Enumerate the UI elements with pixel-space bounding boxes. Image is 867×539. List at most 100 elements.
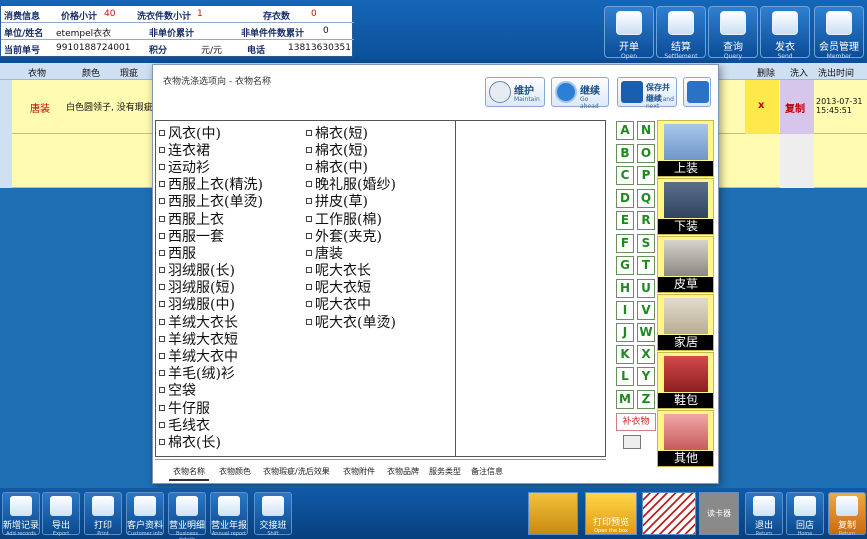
shift-handover-button[interactable]: 交接班 Shift xyxy=(254,492,292,537)
checkbox[interactable] xyxy=(159,249,165,256)
list-item[interactable]: 晚礼服(婚纱) xyxy=(306,176,396,193)
checkbox[interactable] xyxy=(159,146,165,153)
print-preview-button[interactable]: 打印预览 Open the box xyxy=(585,492,637,535)
checkbox[interactable] xyxy=(306,215,312,222)
annual-report-button[interactable]: 营业年报 Annual report xyxy=(210,492,248,537)
checkbox[interactable] xyxy=(306,146,312,153)
list-item[interactable]: 棉衣(长) xyxy=(159,433,263,451)
clothes-list[interactable]: 风衣(中) 连衣裙 运动衫 西服上衣(精洗) 西服上衣(单烫) 西服上衣 西服一… xyxy=(155,120,606,457)
customer-info-button[interactable]: 客户资料 Customer info xyxy=(126,492,164,537)
list-item[interactable]: 拼皮(草) xyxy=(306,193,396,210)
checkbox[interactable] xyxy=(306,318,312,325)
letter-l[interactable]: L xyxy=(616,367,634,386)
tab-service-type[interactable]: 服务类型 xyxy=(425,464,465,479)
list-item[interactable]: 棉衣(短) xyxy=(306,124,396,142)
list-item[interactable]: 呢大衣长 xyxy=(306,262,396,279)
letter-d[interactable]: D xyxy=(616,189,634,208)
letter-c[interactable]: C xyxy=(616,166,634,185)
list-item[interactable]: 呢大衣中 xyxy=(306,296,396,313)
checkbox[interactable] xyxy=(306,284,312,291)
all-clothes-button[interactable]: 补衣物 xyxy=(616,413,656,431)
list-item[interactable]: 羊绒大衣中 xyxy=(159,347,263,365)
checkbox[interactable] xyxy=(159,404,165,411)
checkbox[interactable] xyxy=(306,249,312,256)
letter-q[interactable]: Q xyxy=(637,189,655,208)
category-other[interactable]: 其他 xyxy=(657,410,714,467)
letter-g[interactable]: G xyxy=(616,256,634,275)
category-bottoms[interactable]: 下装 xyxy=(657,178,714,235)
add-record-button[interactable]: 新增记录 Add records xyxy=(2,492,40,537)
tab-notes[interactable]: 备注信息 xyxy=(467,464,507,479)
tab-clothes-name[interactable]: 衣物名称 xyxy=(169,464,209,481)
open-order-button[interactable]: 开单 Open xyxy=(604,6,654,60)
garment-photo[interactable] xyxy=(642,492,696,535)
list-item[interactable]: 西服一套 xyxy=(159,227,263,245)
checkbox[interactable] xyxy=(159,232,165,239)
list-item[interactable]: 棉衣(短) xyxy=(306,141,396,159)
letter-t[interactable]: T xyxy=(637,256,655,275)
letter-r[interactable]: R xyxy=(637,211,655,230)
list-item[interactable]: 西服上衣(单烫) xyxy=(159,193,263,210)
checkbox[interactable] xyxy=(159,181,165,188)
go-ahead-button[interactable]: 继续 Go ahead xyxy=(551,77,609,110)
letter-z[interactable]: Z xyxy=(637,390,655,409)
letter-n[interactable]: N xyxy=(637,121,655,140)
checkbox[interactable] xyxy=(159,438,165,445)
member-button[interactable]: 会员管理 Member xyxy=(814,6,864,60)
checkbox[interactable] xyxy=(159,198,165,205)
letter-m[interactable]: M xyxy=(616,390,634,409)
list-item[interactable]: 羽绒服(中) xyxy=(159,296,263,313)
query-button[interactable]: 查询 Query xyxy=(708,6,758,60)
letter-b[interactable]: B xyxy=(616,144,634,163)
letter-o[interactable]: O xyxy=(637,144,655,163)
letter-p[interactable]: P xyxy=(637,166,655,185)
settlement-button[interactable]: 结算 Settlement xyxy=(656,6,706,60)
checkbox[interactable] xyxy=(159,387,165,394)
reset-button[interactable]: 复制 Return xyxy=(828,492,866,537)
list-item[interactable]: 工作服(棉) xyxy=(306,210,396,228)
list-item[interactable]: 羊毛(绒)衫 xyxy=(159,365,263,382)
save-and-next-button[interactable]: 保存并继续 Save and next xyxy=(617,77,677,110)
checkbox[interactable] xyxy=(159,267,165,274)
checkbox[interactable] xyxy=(306,129,312,136)
row-selector[interactable] xyxy=(0,80,12,134)
letter-y[interactable]: Y xyxy=(637,367,655,386)
list-item[interactable]: 羊绒大衣长 xyxy=(159,313,263,331)
checkbox[interactable] xyxy=(159,370,165,377)
checkbox[interactable] xyxy=(306,163,312,170)
photo-thumbnail[interactable] xyxy=(528,492,578,535)
checkbox[interactable] xyxy=(306,181,312,188)
copy-button[interactable]: 复制 xyxy=(785,100,805,115)
copy-cell[interactable]: 复制 xyxy=(780,80,814,134)
letter-w[interactable]: W xyxy=(637,323,655,342)
checkbox[interactable] xyxy=(159,129,165,136)
checkbox[interactable] xyxy=(159,335,165,342)
letter-u[interactable]: U xyxy=(637,279,655,298)
list-item[interactable]: 外套(夹克) xyxy=(306,227,396,245)
export-button[interactable]: 导出 Export xyxy=(42,492,80,537)
checkbox[interactable] xyxy=(159,353,165,360)
checkbox[interactable] xyxy=(159,215,165,222)
letter-s[interactable]: S xyxy=(637,234,655,253)
tab-defect-effect[interactable]: 衣物瑕疵/洗后效果 xyxy=(259,464,334,479)
tab-attachments[interactable]: 衣物附件 xyxy=(339,464,379,479)
zoom-slider[interactable] xyxy=(623,435,641,449)
letter-a[interactable]: A xyxy=(616,121,634,140)
list-item[interactable]: 运动衫 xyxy=(159,158,263,176)
list-item[interactable]: 棉衣(中) xyxy=(306,158,396,176)
checkbox[interactable] xyxy=(306,267,312,274)
list-item[interactable]: 羊绒大衣短 xyxy=(159,330,263,348)
checkbox[interactable] xyxy=(306,198,312,205)
letter-i[interactable]: I xyxy=(616,301,634,320)
list-item[interactable]: 羽绒服(长) xyxy=(159,262,263,279)
list-item[interactable]: 西服上衣(精洗) xyxy=(159,176,263,193)
list-item[interactable]: 空袋 xyxy=(159,382,263,399)
letter-x[interactable]: X xyxy=(637,345,655,364)
card-reader-button[interactable]: 读卡器 xyxy=(699,492,739,535)
letter-e[interactable]: E xyxy=(616,211,634,230)
list-item[interactable]: 毛线衣 xyxy=(159,416,263,434)
checkbox[interactable] xyxy=(159,284,165,291)
checkbox[interactable] xyxy=(159,318,165,325)
checkbox[interactable] xyxy=(306,232,312,239)
letter-h[interactable]: H xyxy=(616,279,634,298)
